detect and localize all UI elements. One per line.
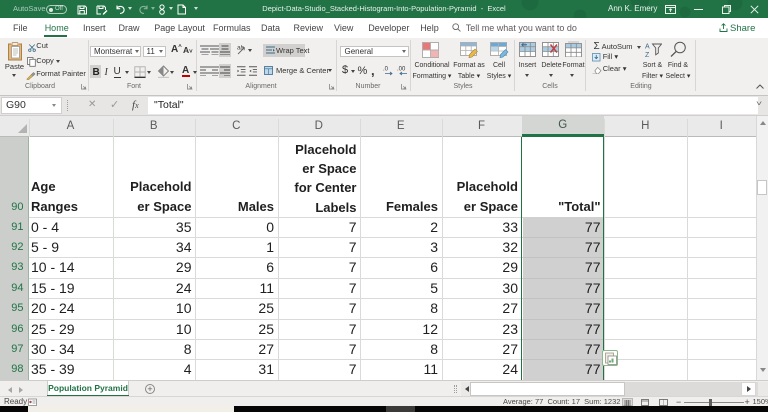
svg-text:Z: Z [645,52,650,58]
svg-text:.0: .0 [383,67,389,73]
svg-text:A: A [645,44,650,51]
svg-text:ab: ab [237,46,244,52]
